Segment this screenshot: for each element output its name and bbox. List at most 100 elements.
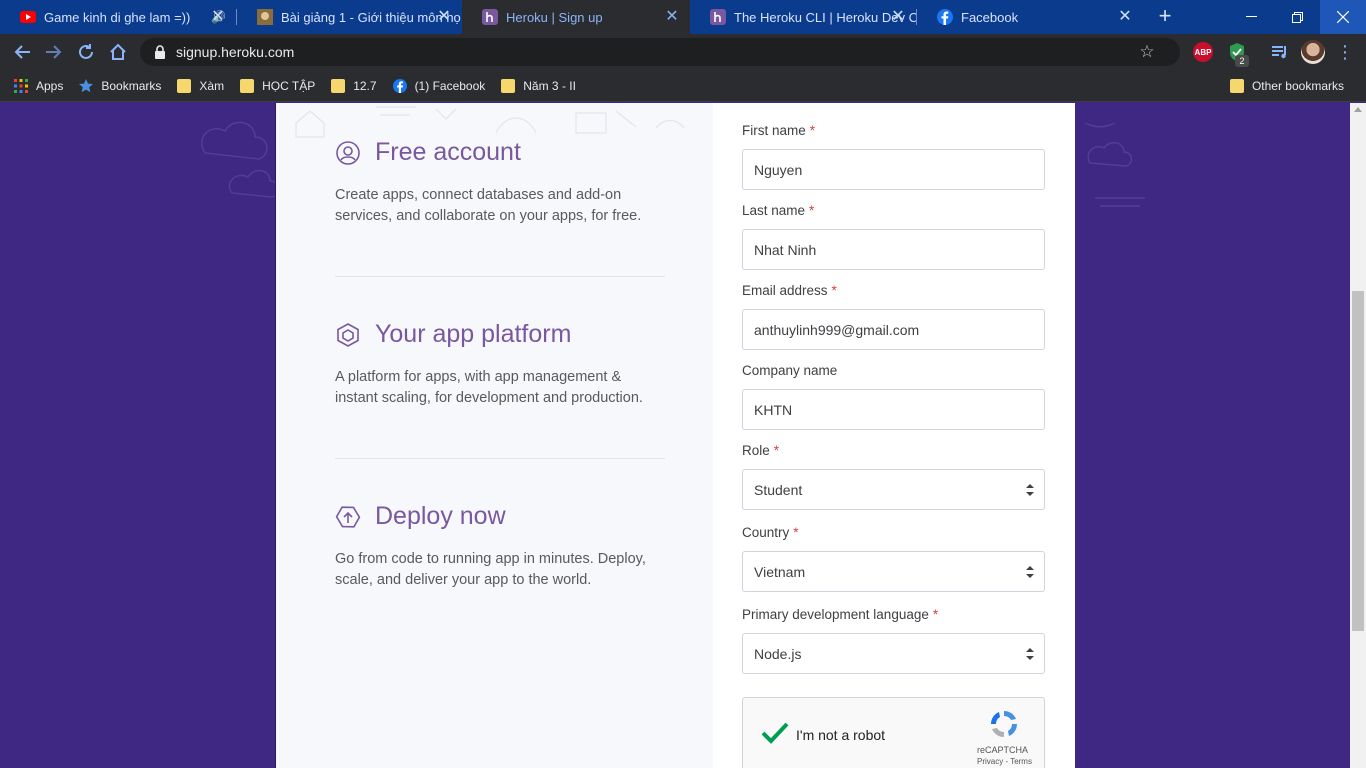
forward-button[interactable] bbox=[42, 40, 66, 64]
feature-title-text: Your app platform bbox=[375, 320, 572, 348]
country-label: Country * bbox=[742, 525, 799, 540]
language-select[interactable]: Node.js bbox=[742, 633, 1045, 674]
bookmarks-bar: Apps Bookmarks Xàm HỌC TẬP 12.7 (1) Face… bbox=[0, 70, 1366, 102]
feature-title: Your app platform bbox=[335, 320, 675, 349]
bookmark-star-icon[interactable]: ☆ bbox=[1138, 43, 1156, 61]
close-tab-icon[interactable]: ✕ bbox=[1117, 9, 1133, 25]
bookmark-folder-hoc-tap[interactable]: HỌC TẬP bbox=[232, 74, 323, 98]
facebook-icon bbox=[392, 78, 407, 93]
required-asterisk: * bbox=[831, 283, 837, 298]
required-asterisk: * bbox=[932, 607, 939, 622]
facebook-icon bbox=[937, 9, 953, 25]
country-select[interactable]: Vietnam bbox=[742, 551, 1045, 592]
recaptcha-logo-icon bbox=[991, 711, 1017, 737]
recaptcha-widget: I'm not a robot reCAPTCHA Privacy - Term… bbox=[742, 697, 1045, 768]
bookmark-label: Bookmarks bbox=[101, 78, 162, 93]
folder-icon bbox=[501, 78, 516, 93]
bookmark-label: Năm 3 - II bbox=[523, 78, 576, 93]
signup-form: First name * Nguyen Last name * Nhat Ninh … bbox=[713, 103, 1075, 768]
close-tab-icon[interactable]: ✕ bbox=[664, 9, 680, 25]
tab-youtube[interactable]: Game kinh di ghe lam =)) 🔊 ✕ bbox=[0, 0, 236, 34]
bookmark-label: Other bookmarks bbox=[1251, 79, 1344, 93]
feature-app-platform: Your app platform A platform for apps, w… bbox=[335, 320, 675, 409]
feature-title-text: Deploy now bbox=[375, 502, 506, 530]
first-name-label: First name * bbox=[742, 123, 816, 138]
upload-icon bbox=[335, 504, 361, 530]
lock-icon bbox=[154, 45, 166, 59]
bookmark-label: (1) Facebook bbox=[414, 78, 486, 93]
apps-grid-icon bbox=[14, 78, 28, 93]
page-scrollbar[interactable] bbox=[1350, 103, 1366, 768]
bookmark-folder-12-7[interactable]: 12.7 bbox=[323, 74, 384, 98]
folder-icon bbox=[177, 78, 192, 93]
heroku-icon bbox=[710, 9, 726, 25]
feature-title: Deploy now bbox=[335, 502, 675, 531]
bookmark-facebook[interactable]: (1) Facebook bbox=[385, 74, 494, 98]
tab-strip: Game kinh di ghe lam =)) 🔊 ✕ Bài giảng 1… bbox=[0, 0, 1366, 34]
bookmark-folder-nam-3[interactable]: Năm 3 - II bbox=[493, 74, 584, 98]
select-arrows-icon bbox=[1026, 484, 1034, 496]
more-menu-icon[interactable]: ⋮ bbox=[1336, 42, 1354, 62]
feature-free-account: Free account Create apps, connect databa… bbox=[335, 138, 675, 227]
feature-description: Go from code to running app in minutes. … bbox=[335, 551, 646, 588]
bookmark-apps[interactable]: Apps bbox=[6, 74, 71, 98]
bookmark-label: 12.7 bbox=[353, 78, 377, 93]
recaptcha-brand: reCAPTCHA bbox=[977, 745, 1029, 755]
bookmark-label: Xàm bbox=[199, 78, 225, 93]
new-tab-button[interactable]: + bbox=[1153, 5, 1177, 29]
scroll-thumb[interactable] bbox=[1352, 291, 1364, 631]
first-name-input[interactable]: Nguyen bbox=[742, 149, 1045, 190]
heroku-icon bbox=[482, 9, 498, 25]
role-field-group: Role * Student bbox=[742, 443, 1045, 510]
tab-heroku-cli[interactable]: The Heroku CLI | Heroku Dev C ✕ bbox=[690, 0, 916, 34]
media-playlist-icon[interactable] bbox=[1270, 42, 1290, 62]
company-field-group: Company name KHTN bbox=[742, 363, 1045, 430]
required-asterisk: * bbox=[793, 525, 799, 540]
tab-title: Game kinh di ghe lam =)) bbox=[44, 9, 191, 25]
bookmark-bookmarks[interactable]: Bookmarks bbox=[71, 74, 169, 98]
checkmark-icon[interactable] bbox=[760, 720, 790, 746]
extension-badge: 2 bbox=[1235, 55, 1249, 67]
bookmark-label: Apps bbox=[36, 78, 64, 93]
country-field-group: Country * Vietnam bbox=[742, 525, 1045, 592]
close-tab-icon[interactable]: ✕ bbox=[210, 9, 226, 25]
scroll-up-arrow-icon[interactable] bbox=[1354, 107, 1362, 112]
email-input[interactable]: anthuylinh999@gmail.com bbox=[742, 309, 1045, 350]
close-tab-icon[interactable]: ✕ bbox=[436, 9, 452, 25]
company-input[interactable]: KHTN bbox=[742, 389, 1045, 430]
youtube-icon bbox=[20, 9, 36, 25]
bookmark-folder-xam[interactable]: Xàm bbox=[169, 74, 232, 98]
last-name-input[interactable]: Nhat Ninh bbox=[742, 229, 1045, 270]
feature-description: Create apps, connect databases and add-o… bbox=[335, 187, 642, 224]
close-tab-icon[interactable]: ✕ bbox=[890, 9, 906, 25]
select-arrows-icon bbox=[1026, 648, 1034, 660]
profile-avatar[interactable] bbox=[1301, 40, 1325, 64]
heroku-signup-page: Free account Create apps, connect databa… bbox=[0, 103, 1350, 768]
tab-lecture[interactable]: Bài giảng 1 - Giới thiệu môn họ ✕ bbox=[237, 0, 462, 34]
address-bar[interactable]: signup.heroku.com ☆ bbox=[140, 38, 1180, 66]
home-button[interactable] bbox=[106, 40, 130, 64]
folder-icon bbox=[331, 78, 346, 93]
other-bookmarks[interactable]: Other bookmarks bbox=[1222, 74, 1352, 98]
email-field-group: Email address * anthuylinh999@gmail.com bbox=[742, 283, 1045, 350]
back-button[interactable] bbox=[10, 40, 34, 64]
reload-button[interactable] bbox=[74, 40, 98, 64]
recaptcha-terms-link[interactable]: Privacy - Terms bbox=[977, 757, 1032, 766]
restore-button[interactable] bbox=[1274, 0, 1320, 34]
minimize-button[interactable] bbox=[1228, 0, 1274, 34]
adblock-plus-icon[interactable]: ABP bbox=[1193, 42, 1213, 62]
role-label: Role * bbox=[742, 443, 780, 458]
divider bbox=[335, 458, 665, 459]
url-text: signup.heroku.com bbox=[176, 44, 295, 60]
course-icon bbox=[257, 9, 273, 25]
last-name-label: Last name * bbox=[742, 203, 815, 218]
features-panel: Free account Create apps, connect databa… bbox=[275, 103, 713, 768]
role-select[interactable]: Student bbox=[742, 469, 1045, 510]
close-window-button[interactable] bbox=[1320, 0, 1366, 34]
feature-title-text: Free account bbox=[375, 138, 521, 166]
tab-facebook[interactable]: Facebook ✕ bbox=[917, 0, 1143, 34]
hexagon-icon bbox=[335, 322, 361, 348]
tab-heroku-signup[interactable]: Heroku | Sign up ✕ bbox=[462, 0, 690, 34]
country-selected-value: Vietnam bbox=[754, 563, 806, 580]
tab-title: Heroku | Sign up bbox=[506, 9, 603, 25]
